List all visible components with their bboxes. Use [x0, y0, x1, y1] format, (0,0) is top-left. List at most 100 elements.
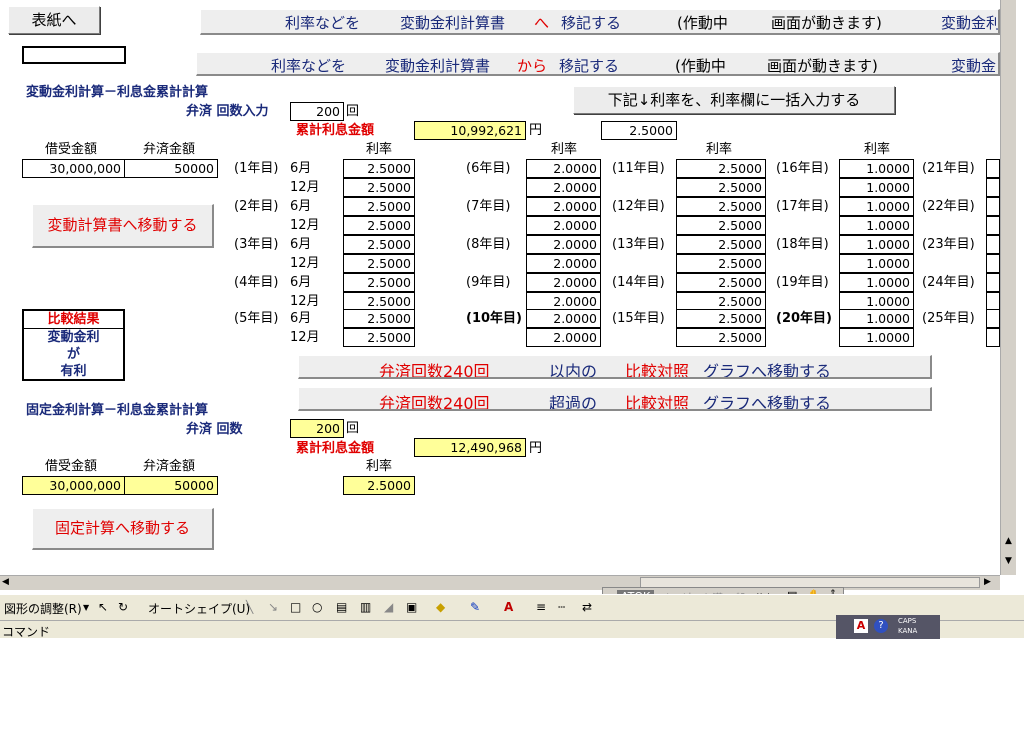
variable-yen: 円 — [529, 123, 543, 138]
scroll-up-icon[interactable]: ▲ — [1005, 536, 1012, 546]
rate-cell[interactable]: 2.5000 — [676, 197, 766, 216]
rate-cell[interactable]: 1.0000 — [839, 178, 914, 197]
rate-cell[interactable]: 1.0000 — [839, 159, 914, 178]
line-icon[interactable]: ╲ — [246, 600, 253, 614]
rate-cell[interactable]: 2.0000 — [526, 216, 601, 235]
rate-cell[interactable]: 2.0000 — [526, 197, 601, 216]
rate-cell[interactable]: 2.0000 — [526, 159, 601, 178]
transfer-to-banner[interactable]: 利率などを 変動金利計算書 へ 移記する (作動中 画面が動きます) 変動金利 — [200, 9, 1000, 35]
rectangle-icon[interactable]: □ — [290, 600, 301, 614]
dash-style-icon[interactable]: ┄ — [558, 600, 565, 614]
month-label: 12月 — [290, 218, 320, 233]
rate-cell[interactable] — [986, 254, 1000, 273]
clipart-icon[interactable]: ▣ — [406, 600, 417, 614]
rate-cell[interactable]: 2.5000 — [343, 309, 415, 328]
oval-icon[interactable]: ○ — [312, 600, 322, 614]
variable-move-button[interactable]: 変動計算書へ移動する — [32, 204, 214, 248]
arrow-icon[interactable]: ↘ — [268, 600, 278, 614]
autoshape-menu[interactable]: オートシェイプ(U) — [148, 600, 250, 617]
scroll-down-icon[interactable]: ▼ — [1005, 556, 1012, 566]
rate-cell[interactable]: 2.0000 — [526, 254, 601, 273]
kana-indicator: KANA — [898, 627, 918, 635]
acrobat-icon[interactable]: A — [854, 619, 868, 633]
rate-cell[interactable]: 2.5000 — [676, 273, 766, 292]
textbox-icon[interactable]: ▤ — [336, 600, 347, 614]
rate-cell[interactable]: 1.0000 — [839, 197, 914, 216]
rate-cell[interactable]: 2.5000 — [676, 178, 766, 197]
year-label: (8年目) — [466, 237, 511, 252]
rate-cell[interactable]: 2.0000 — [526, 235, 601, 254]
rate-cell[interactable]: 2.5000 — [343, 197, 415, 216]
rate-cell[interactable]: 1.0000 — [839, 235, 914, 254]
month-label: 6月 — [290, 275, 312, 290]
banner2-c: から — [517, 57, 548, 75]
vertical-textbox-icon[interactable]: ▥ — [360, 600, 371, 614]
rate-cell[interactable]: 2.0000 — [526, 328, 601, 347]
cover-button[interactable]: 表紙へ — [8, 6, 100, 34]
variable-loan-header: 借受金額 — [45, 142, 98, 157]
graph-over-button[interactable]: 弁済回数240回 超過の 比較対照 グラフへ移動する — [298, 387, 932, 411]
rate-cell[interactable]: 1.0000 — [839, 254, 914, 273]
rotate-icon[interactable]: ↻ — [118, 600, 128, 614]
selected-cell[interactable] — [22, 46, 126, 64]
draw-menu[interactable]: 図形の調整(R) — [4, 600, 82, 617]
graph-within-button[interactable]: 弁済回数240回 以内の 比較対照 グラフへ移動する — [298, 355, 932, 379]
fill-color-icon[interactable]: ◆ — [436, 600, 445, 614]
rate-cell[interactable] — [986, 159, 1000, 178]
rate-cell[interactable] — [986, 235, 1000, 254]
rate-cell[interactable]: 2.5000 — [343, 216, 415, 235]
variable-loan-amount[interactable]: 30,000,000 — [22, 159, 125, 178]
rate-cell[interactable]: 2.5000 — [343, 159, 415, 178]
fixed-rate: 2.5000 — [343, 476, 415, 495]
graph1-d: グラフへ移動する — [703, 362, 832, 379]
fixed-move-button[interactable]: 固定計算へ移動する — [32, 508, 214, 550]
font-color-icon[interactable]: A — [504, 600, 513, 614]
rate-cell[interactable]: 2.5000 — [343, 273, 415, 292]
year-label: (17年目) — [776, 199, 829, 214]
scroll-right-icon[interactable]: ▶ — [984, 577, 991, 587]
rate-cell[interactable]: 2.5000 — [676, 216, 766, 235]
draw-menu-arrow-icon[interactable]: ▼ — [83, 603, 89, 612]
banner2-e: (作動中 — [675, 57, 726, 75]
rate-cell[interactable] — [986, 328, 1000, 347]
rate-cell[interactable]: 2.5000 — [676, 159, 766, 178]
select-pointer-icon[interactable]: ↖ — [98, 600, 108, 614]
rate-cell[interactable]: 1.0000 — [839, 273, 914, 292]
rate-cell[interactable] — [986, 216, 1000, 235]
rate-cell[interactable] — [986, 178, 1000, 197]
line-color-icon[interactable]: ✎ — [470, 600, 480, 614]
help-icon[interactable]: ? — [874, 619, 888, 633]
rate-cell[interactable]: 2.0000 — [526, 309, 601, 328]
rate-cell[interactable]: 2.0000 — [526, 273, 601, 292]
rate-cell[interactable]: 1.0000 — [839, 328, 914, 347]
rate-cell[interactable]: 2.5000 — [343, 254, 415, 273]
rate-cell[interactable]: 2.5000 — [676, 328, 766, 347]
rate-cell[interactable]: 2.5000 — [343, 235, 415, 254]
scroll-left-icon[interactable]: ◀ — [2, 577, 9, 587]
fixed-loan-header: 借受金額 — [45, 459, 98, 474]
rate-header-2: 利率 — [551, 142, 578, 157]
rate-cell[interactable]: 2.5000 — [343, 178, 415, 197]
vertical-scrollbar[interactable]: ▲ ▼ — [1000, 0, 1016, 575]
rate-cell[interactable] — [986, 197, 1000, 216]
arrow-style-icon[interactable]: ⇄ — [582, 600, 592, 614]
rate-cell[interactable] — [986, 309, 1000, 328]
bulk-rate-input[interactable]: 2.5000 — [601, 121, 677, 140]
transfer-from-banner[interactable]: 利率などを 変動金利計算書 から 移記する (作動中 画面が動きます) 変動金 — [196, 52, 1000, 76]
wordart-icon[interactable]: ◢ — [384, 600, 393, 614]
variable-repay-amount[interactable]: 50000 — [124, 159, 218, 178]
bulk-input-button[interactable]: 下記↓利率を、利率欄に一括入力する — [573, 86, 895, 114]
rate-cell[interactable] — [986, 273, 1000, 292]
rate-cell[interactable]: 2.0000 — [526, 178, 601, 197]
line-style-icon[interactable]: ≡ — [536, 600, 546, 614]
rate-cell[interactable]: 1.0000 — [839, 216, 914, 235]
year-label: (1年目) — [234, 161, 279, 176]
rate-cell[interactable]: 1.0000 — [839, 309, 914, 328]
variable-count-input[interactable]: 200 — [290, 102, 344, 121]
rate-cell[interactable]: 2.5000 — [676, 254, 766, 273]
rate-cell[interactable]: 2.5000 — [676, 235, 766, 254]
rate-cell[interactable]: 2.5000 — [343, 328, 415, 347]
month-label: 6月 — [290, 311, 312, 326]
rate-cell[interactable]: 2.5000 — [676, 309, 766, 328]
horizontal-scrollbar[interactable]: ◀ ▶ — [0, 575, 1000, 590]
